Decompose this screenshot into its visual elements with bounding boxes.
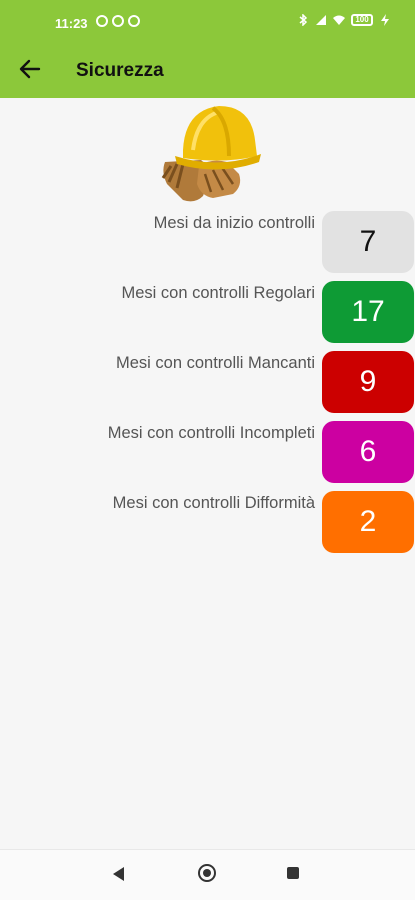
status-time: 11:23 bbox=[55, 16, 88, 31]
app-bar: 11:23 100 Sicurezza bbox=[0, 0, 415, 98]
stat-value-incompleti[interactable]: 6 bbox=[322, 421, 414, 483]
stat-label-difformita: Mesi con controlli Difformità bbox=[112, 494, 315, 512]
stat-label-incompleti: Mesi con controlli Incompleti bbox=[107, 424, 315, 442]
status-right-icons: 100 bbox=[297, 14, 391, 26]
stat-value-regolari[interactable]: 17 bbox=[322, 281, 414, 343]
nav-back-icon[interactable] bbox=[113, 867, 124, 881]
page-title: Sicurezza bbox=[76, 60, 164, 81]
nav-recents-icon[interactable] bbox=[287, 867, 299, 879]
charging-icon bbox=[381, 14, 389, 26]
notification-icon bbox=[96, 15, 108, 27]
stat-value-difformita[interactable]: 2 bbox=[322, 491, 414, 553]
hard-hat-gloves-image bbox=[161, 106, 261, 202]
notification-icon bbox=[128, 15, 140, 27]
system-nav-bar bbox=[0, 849, 415, 900]
stat-value-mancanti[interactable]: 9 bbox=[322, 351, 414, 413]
back-button[interactable] bbox=[14, 55, 46, 83]
notification-icon bbox=[112, 15, 124, 27]
bluetooth-icon bbox=[299, 14, 308, 26]
wifi-icon bbox=[333, 15, 345, 25]
stat-value-inizio[interactable]: 7 bbox=[322, 211, 414, 273]
battery-icon: 100 bbox=[351, 14, 373, 26]
stat-label-regolari: Mesi con controlli Regolari bbox=[121, 284, 316, 302]
status-bar: 11:23 100 bbox=[0, 0, 415, 44]
signal-icon bbox=[316, 15, 326, 25]
stat-label-inizio: Mesi da inizio controlli bbox=[153, 214, 315, 232]
stat-label-mancanti: Mesi con controlli Mancanti bbox=[116, 354, 315, 372]
nav-home-icon[interactable] bbox=[198, 864, 216, 882]
arrow-left-icon bbox=[19, 59, 41, 79]
notification-icons bbox=[96, 15, 140, 27]
